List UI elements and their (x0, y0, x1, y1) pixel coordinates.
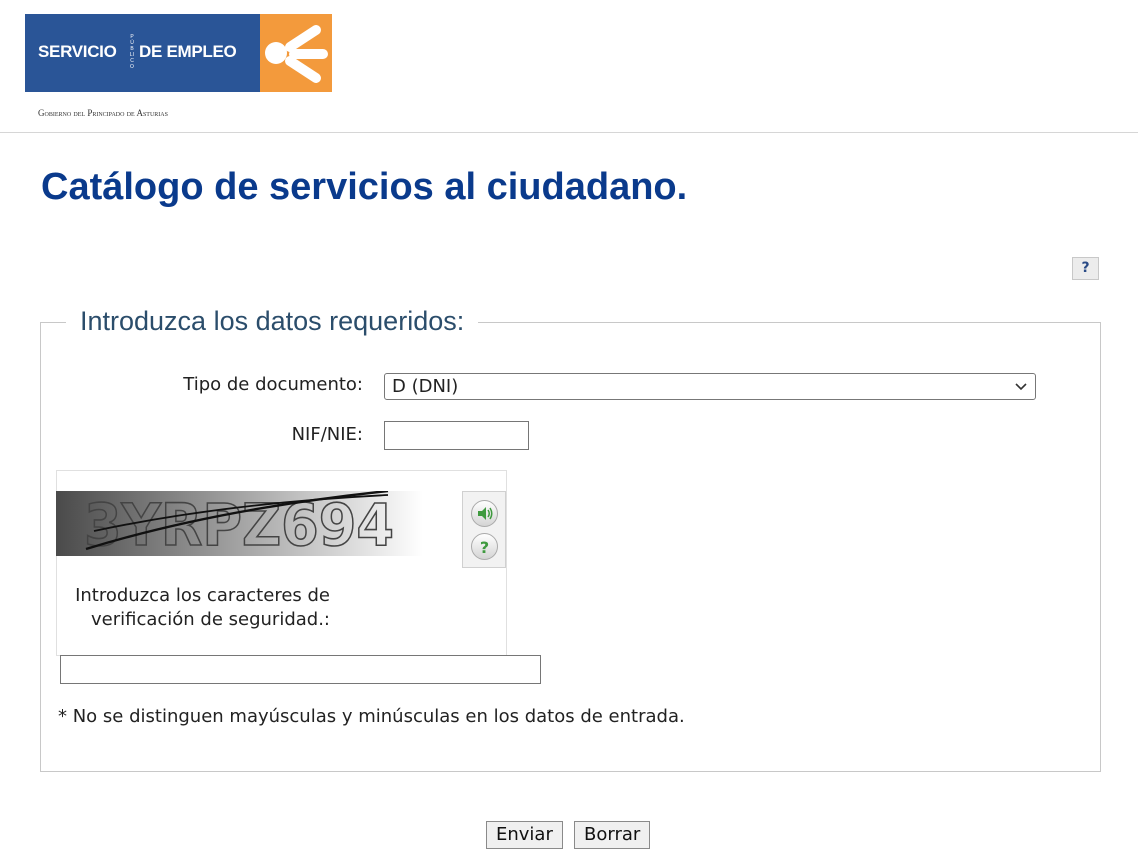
doc-type-selected-value: D (DNI) (392, 376, 459, 397)
nif-label: NIF/NIE: (291, 424, 363, 445)
chevron-down-icon (1015, 376, 1027, 405)
servicio-empleo-logo[interactable]: SERVICIO PÚBLICO DE EMPLEO (25, 14, 332, 92)
captcha-image: 3YRPZ694 (56, 491, 423, 556)
speaker-icon (478, 507, 493, 520)
submit-button[interactable]: Enviar (486, 821, 563, 849)
logo-text-de-empleo: DE EMPLEO (139, 42, 237, 61)
captcha-audio-button[interactable] (471, 500, 498, 527)
government-subtitle: Gobierno del Principado de Asturias (38, 108, 168, 118)
logo-text-servicio: SERVICIO (38, 42, 117, 61)
question-icon: ? (480, 538, 489, 557)
nif-input[interactable] (384, 421, 529, 450)
case-insensitive-note: * No se distinguen mayúsculas y minúscul… (58, 706, 685, 727)
logo-mark-icon (265, 25, 328, 83)
page-title: Catálogo de servicios al ciudadano. (41, 166, 688, 208)
reset-button[interactable]: Borrar (574, 821, 651, 849)
help-button[interactable]: ? (1072, 257, 1099, 280)
captcha-help-button[interactable]: ? (471, 533, 498, 560)
doc-type-select[interactable]: D (DNI) (384, 373, 1036, 400)
captcha-label: Introduzca los caracteres de verificació… (75, 585, 330, 630)
form-legend: Introduzca los datos requeridos: (66, 306, 479, 337)
site-header: SERVICIO PÚBLICO DE EMPLEO Gobierno del … (0, 0, 1138, 133)
doc-type-label: Tipo de documento: (183, 374, 363, 395)
captcha-input[interactable] (60, 655, 541, 684)
logo-orange-panel (260, 14, 332, 92)
captcha-tools: ? (462, 491, 506, 568)
svg-text:?: ? (480, 538, 489, 557)
logo-text-publico: PÚBLICO (129, 34, 135, 70)
